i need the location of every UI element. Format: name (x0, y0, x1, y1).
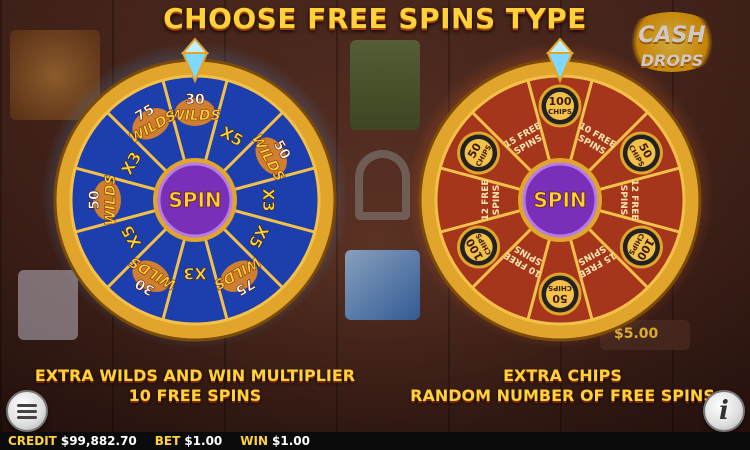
bet-value: $1.00 (184, 434, 223, 448)
left-wheel[interactable]: 30 WILDS X5 50 WILDS X3 X5 75 WILDS X3 30 WILDS X5 50… (50, 37, 340, 345)
segment-label: WILDS (103, 174, 119, 225)
left-wheel-caption: EXTRA WILDS AND WIN MULTIPLIER 10 FREE S… (15, 366, 375, 406)
right-caption-line2: RANDOM NUMBER OF FREE SPINS (410, 386, 715, 405)
wheel-segment: 50CHIPS (538, 272, 582, 316)
wheel-segment: X3 (259, 188, 279, 212)
win-display: WIN $1.00 (240, 434, 310, 448)
wheel-segment: X3 (183, 264, 207, 284)
right-caption-line1: EXTRA CHIPS (503, 366, 622, 385)
spin-label: SPIN (533, 188, 586, 212)
win-label: WIN (240, 434, 269, 448)
info-button[interactable]: i (703, 390, 745, 432)
credit-value: $99,882.70 (60, 434, 137, 448)
chip-label: CHIPS (548, 108, 572, 116)
spins-label: 12 FREE (629, 179, 639, 220)
right-wheel-graphic: 100CHIPS10 FREESPINS 50CHIPS12 FREESPINS1… (418, 37, 702, 342)
spins-label: 12 FREE (481, 179, 491, 220)
status-bar: CREDIT $99,882.70 BET $1.00 WIN $1.00 (0, 432, 750, 450)
segment-count: 30 (185, 92, 205, 108)
bet-display: BET $1.00 (155, 434, 223, 448)
wheel-segment: 100CHIPS (538, 84, 582, 128)
bet-label: BET (154, 434, 181, 448)
left-wheel-graphic: 30WILDSX5 50WILDSX3X575WILDSX330WILDSX550… (53, 37, 337, 342)
chip-value: 50 (552, 292, 568, 305)
credit-label: CREDIT (8, 434, 57, 448)
left-caption-line2: 10 FREE SPINS (128, 386, 262, 405)
right-wheel[interactable]: 100 CHIPS 10 FREE SPINS 50 CHIPS 12 FREE SPINS 1… (415, 37, 705, 345)
chip-value: 100 (549, 95, 572, 108)
wheel-segment: 12 FREESPINS (618, 179, 639, 220)
cash-stack-symbol (350, 40, 420, 130)
page-title: CHOOSE FREE SPINS TYPE (163, 2, 587, 35)
segment-multiplier: X3 (183, 264, 206, 283)
spins-label: SPINS (492, 185, 502, 215)
spin-label: SPIN (168, 188, 221, 212)
win-value: $1.00 (272, 434, 310, 448)
chip-label: CHIPS (548, 284, 572, 292)
menu-button[interactable] (6, 390, 48, 432)
segment-multiplier: X3 (259, 188, 278, 211)
wheel-segment: 12 FREESPINS (481, 179, 502, 220)
horseshoe-symbol (355, 150, 410, 220)
left-caption-line1: EXTRA WILDS AND WIN MULTIPLIER (34, 366, 356, 385)
segment-count: 50 (87, 190, 103, 210)
menu-icon (17, 401, 37, 422)
credit-display: CREDIT $99,882.70 (8, 434, 137, 448)
spins-label: SPINS (618, 185, 628, 215)
diamond-symbol (345, 250, 420, 320)
right-wheel-caption: EXTRA CHIPS RANDOM NUMBER OF FREE SPINS (395, 366, 730, 406)
info-icon: i (719, 396, 729, 426)
